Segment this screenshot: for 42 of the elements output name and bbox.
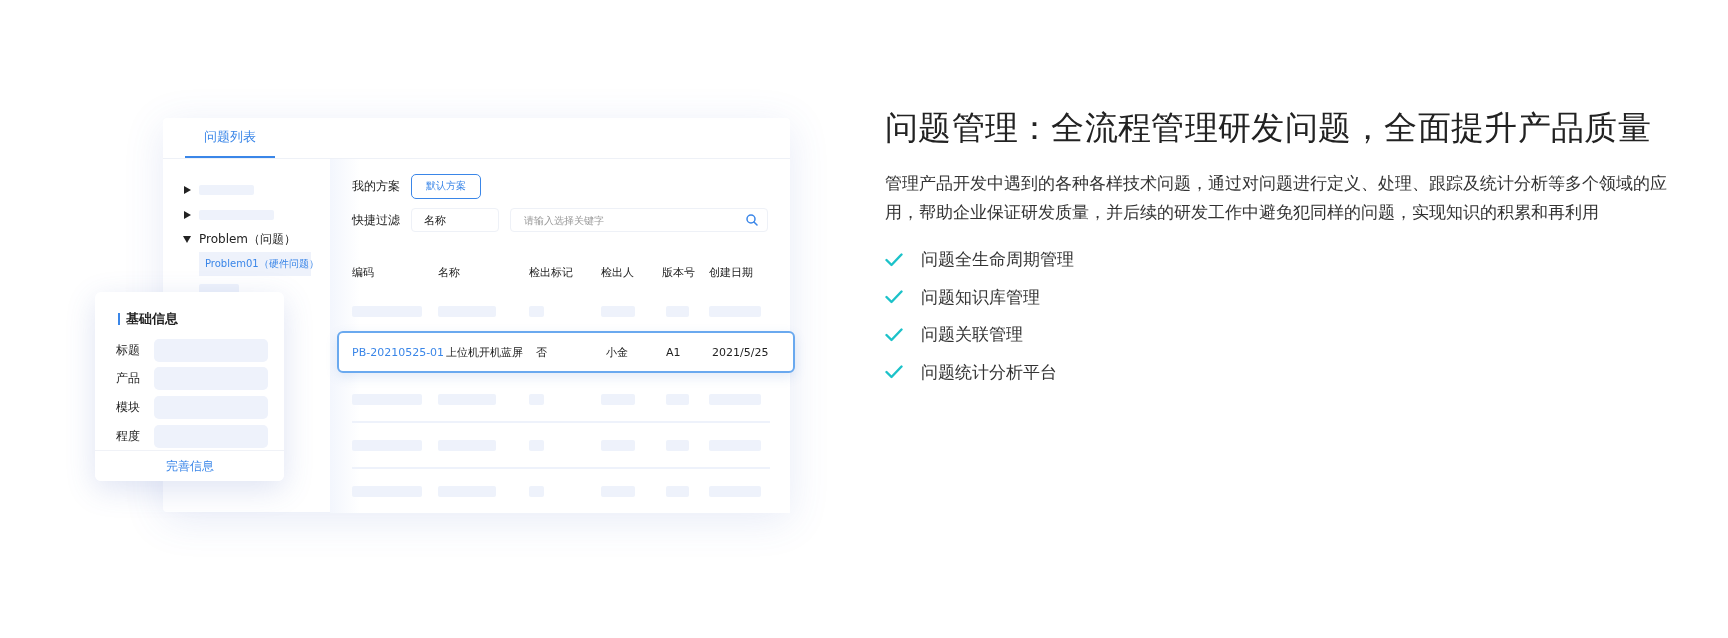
- description: 管理产品开发中遇到的各种各样技术问题，通过对问题进行定义、处理、跟踪及统计分析等多个领域的应用，帮助企业保证研发质量，并后续的研发工作中避免犯同样的问题，实现知识的积累和再利用: [885, 173, 1668, 224]
- field-label: 标题: [116, 341, 140, 359]
- feature-item: 问题知识库管理: [921, 285, 1040, 309]
- field-label: 程度: [116, 427, 140, 445]
- feature-item: 问题关联管理: [921, 323, 1023, 347]
- issue-code-link[interactable]: PB-20210525-01: [352, 345, 446, 359]
- check-icon: [885, 290, 903, 305]
- check-icon: [885, 252, 903, 267]
- collapse-arrow-icon[interactable]: [183, 236, 191, 243]
- tree-item[interactable]: Problem01（硬件问题）: [199, 252, 311, 276]
- scheme-button[interactable]: 默认方案: [411, 173, 481, 199]
- accent-bar: [118, 313, 120, 325]
- field-label: 产品: [116, 370, 140, 388]
- feature-item: 问题全生命周期管理: [921, 248, 1074, 272]
- tree-item[interactable]: Problem（问题）: [199, 231, 297, 248]
- table-cell-text: 2021/5/25: [712, 345, 770, 359]
- column-header: 版本号: [661, 255, 709, 289]
- column-header: 编码: [352, 255, 438, 289]
- column-header: 名称: [437, 255, 530, 289]
- complete-info-button[interactable]: 完善信息: [95, 450, 284, 481]
- tab[interactable]: 问题列表: [185, 118, 275, 158]
- table-row[interactable]: PB-20210525-01 上位机开机蓝屏 否 小金 A1 2021/5/25: [337, 331, 795, 373]
- field-label: 快捷过滤: [352, 211, 400, 229]
- feature-item: 问题统计分析平台: [921, 360, 1057, 384]
- expand-arrow-icon[interactable]: [183, 185, 191, 194]
- expand-arrow-icon[interactable]: [183, 210, 191, 219]
- table-cell-text: 否: [536, 344, 548, 360]
- check-icon: [885, 327, 903, 342]
- card-title: 基础信息: [126, 310, 178, 328]
- column-header: 检出人: [600, 255, 662, 289]
- field-label: 我的方案: [352, 177, 400, 195]
- field-label: 模块: [116, 398, 140, 416]
- table-cell-text: 上位机开机蓝屏: [446, 344, 524, 360]
- search-field[interactable]: 请输入选择关键字: [510, 208, 768, 232]
- column-header: 检出标记: [529, 255, 601, 289]
- filter-select[interactable]: 名称: [411, 208, 499, 232]
- headline: 问题管理：全流程管理研发问题，全面提升产品质量: [885, 107, 1652, 149]
- search-icon[interactable]: [746, 214, 758, 226]
- column-header: 创建日期: [708, 264, 754, 281]
- check-icon: [885, 365, 903, 380]
- table-cell-text: A1: [666, 345, 682, 359]
- table-cell-text: 小金: [606, 344, 629, 360]
